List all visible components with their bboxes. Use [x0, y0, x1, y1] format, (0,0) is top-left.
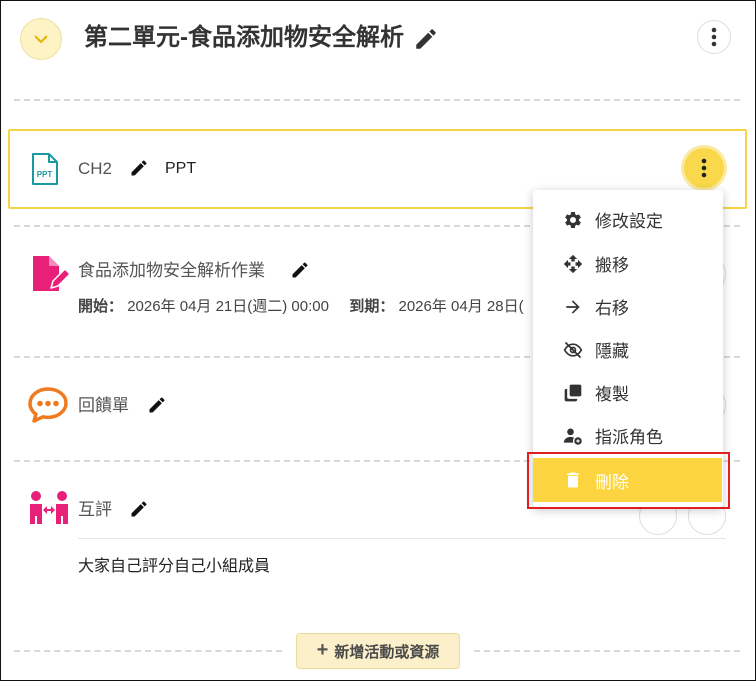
start-value: 2026年 04月 21日(週二) 00:00 — [127, 298, 329, 315]
menu-item-edit-settings[interactable]: 修改設定 — [533, 198, 723, 241]
edit-pencil-icon[interactable] — [290, 260, 310, 280]
gear-icon — [565, 211, 581, 228]
menu-item-assign-roles[interactable]: 指派角色 — [533, 414, 723, 457]
ppt-file-icon: PPT — [32, 153, 58, 185]
menu-item-move[interactable]: 搬移 — [533, 242, 723, 285]
menu-item-label: 修改設定 — [595, 212, 663, 231]
peer-review-icon — [30, 491, 68, 524]
menu-item-label: 右移 — [595, 299, 629, 318]
menu-item-label: 指派角色 — [595, 428, 663, 447]
menu-item-label: 搬移 — [595, 256, 629, 275]
due-label: 到期： — [349, 298, 395, 315]
svg-text:PPT: PPT — [37, 170, 53, 179]
menu-item-hide[interactable]: 隱藏 — [533, 328, 723, 371]
assign-role-icon — [563, 428, 582, 445]
menu-item-duplicate[interactable]: 複製 — [533, 371, 723, 414]
activity-title[interactable]: 互評 — [78, 499, 112, 521]
section-divider — [14, 99, 740, 101]
activity-type-tag: PPT — [165, 160, 197, 177]
more-vertical-icon — [701, 158, 707, 178]
chevron-down-icon — [34, 35, 48, 44]
menu-item-indent-right[interactable]: 右移 — [533, 285, 723, 328]
due-value: 2026年 04月 28日( — [398, 298, 524, 315]
highlight-box — [527, 452, 730, 509]
unit-title: 第二單元-食品添加物安全解析 — [84, 24, 404, 51]
activity-title[interactable]: CH2 — [78, 158, 112, 180]
activity-more-options-button[interactable] — [684, 148, 724, 188]
activity-title[interactable]: 回饋單 — [78, 395, 129, 417]
footer-divider — [14, 650, 282, 652]
description-divider — [78, 538, 726, 539]
edit-pencil-icon[interactable] — [129, 158, 149, 178]
collapse-section-button[interactable] — [20, 18, 62, 60]
edit-pencil-icon[interactable] — [147, 395, 167, 415]
add-activity-label: 新增活動或資源 — [334, 643, 440, 661]
copy-icon — [564, 384, 582, 401]
plus-icon: + — [316, 638, 329, 661]
assignment-dates-clip: 開始： 2026年 04月 21日(週二) 00:00 到期： 2026年 04… — [0, 285, 532, 325]
unit-more-options-button[interactable] — [697, 20, 731, 54]
eye-off-icon — [563, 341, 583, 358]
menu-item-label: 複製 — [595, 385, 629, 404]
assignment-dates: 開始： 2026年 04月 21日(週二) 00:00 到期： 2026年 04… — [78, 295, 524, 316]
activity-title[interactable]: 食品添加物安全解析作業 — [78, 260, 265, 282]
more-vertical-icon — [711, 27, 717, 47]
start-label: 開始： — [78, 298, 124, 315]
footer-divider — [474, 650, 740, 652]
menu-item-label: 隱藏 — [595, 342, 629, 361]
edit-pencil-icon[interactable] — [129, 499, 149, 519]
activity-description: 大家自己評分自己小組成員 — [78, 558, 271, 575]
add-activity-button[interactable]: + 新增活動或資源 — [296, 633, 460, 669]
feedback-icon — [28, 387, 68, 423]
move-icon — [563, 254, 583, 273]
edit-title-pencil-icon[interactable] — [413, 26, 439, 52]
arrow-right-icon — [566, 299, 580, 314]
